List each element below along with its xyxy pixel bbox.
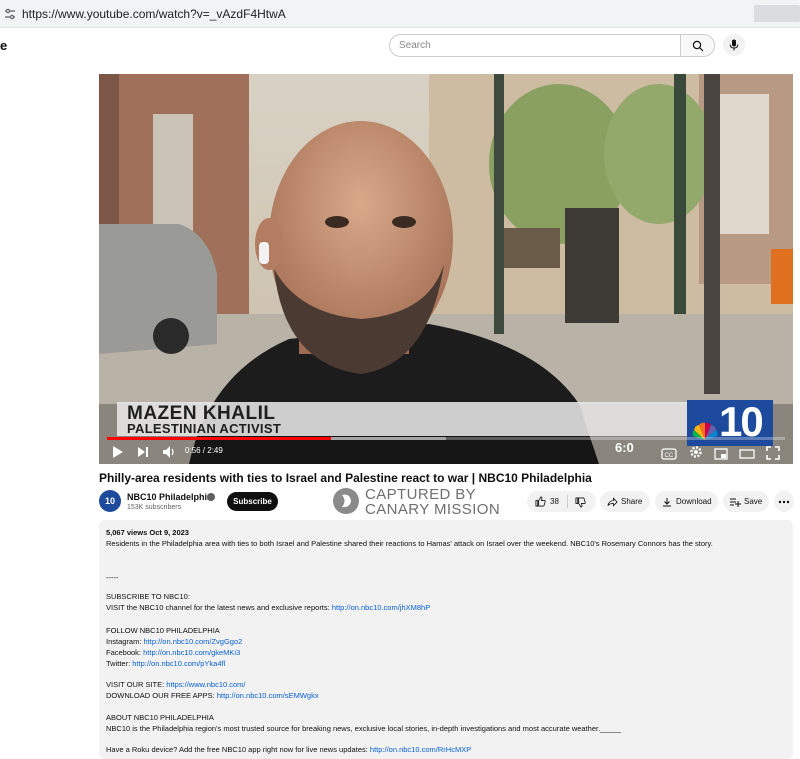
description-divider: ----- bbox=[106, 573, 119, 582]
microphone-icon bbox=[729, 39, 739, 51]
video-player[interactable]: MAZEN KHALIL PALESTINIAN ACTIVIST 10 0:5… bbox=[99, 74, 793, 464]
search-box[interactable] bbox=[389, 34, 681, 57]
visit-channel-line: VISIT the NBC10 channel for the latest n… bbox=[106, 603, 430, 612]
theater-mode-icon[interactable] bbox=[739, 446, 755, 462]
site-line: VISIT OUR SITE: https://www.nbc10.com/ bbox=[106, 680, 246, 689]
browser-toolbar-button[interactable] bbox=[754, 5, 800, 22]
visit-channel-text: VISIT the NBC10 channel for the latest n… bbox=[106, 603, 332, 612]
like-dislike-group: 38 bbox=[527, 491, 596, 512]
watermark-logo-icon bbox=[333, 488, 359, 514]
about-text: NBC10 is the Philadelphia region's most … bbox=[106, 724, 622, 733]
site-settings-icon[interactable] bbox=[4, 8, 16, 20]
site-label: VISIT OUR SITE: bbox=[106, 680, 167, 689]
like-count[interactable]: 38 bbox=[550, 497, 559, 506]
browser-address-bar: https://www.youtube.com/watch?v=_vAzdF4H… bbox=[0, 0, 800, 28]
twitter-link[interactable]: http://on.nbc10.com/pYka4fl bbox=[132, 659, 225, 668]
thumbs-up-icon[interactable] bbox=[535, 496, 546, 507]
thumbs-down-icon[interactable] bbox=[575, 497, 586, 508]
download-label: Download bbox=[676, 497, 712, 506]
svg-text:CC: CC bbox=[665, 453, 674, 459]
visit-channel-link[interactable]: http://on.nbc10.com/jhXM8hP bbox=[332, 603, 430, 612]
channel-name[interactable]: NBC10 Philadelphia bbox=[127, 492, 212, 502]
apps-label: DOWNLOAD OUR FREE APPS: bbox=[106, 691, 217, 700]
share-icon bbox=[607, 497, 618, 507]
apps-link[interactable]: http://on.nbc10.com/sEMWgkx bbox=[217, 691, 319, 700]
more-horizontal-icon bbox=[778, 500, 790, 504]
facebook-label: Facebook: bbox=[106, 648, 144, 657]
watermark-line-2: CANARY MISSION bbox=[365, 501, 501, 518]
fullscreen-icon[interactable] bbox=[766, 445, 780, 461]
search-button[interactable] bbox=[680, 34, 715, 57]
settings-gear-icon[interactable] bbox=[689, 444, 703, 460]
site-link[interactable]: https://www.nbc10.com/ bbox=[166, 680, 245, 689]
subscriber-count: 153K subscribers bbox=[127, 504, 182, 511]
description-summary: Residents in the Philadelphia area with … bbox=[106, 539, 713, 548]
progress-played bbox=[107, 437, 331, 440]
video-title: Philly-area residents with ties to Israe… bbox=[99, 471, 592, 485]
instagram-label: Instagram: bbox=[106, 637, 144, 646]
views-and-date: 5,067 views Oct 9, 2023 bbox=[106, 528, 189, 537]
download-icon bbox=[663, 498, 671, 507]
twitter-label: Twitter: bbox=[106, 659, 133, 668]
search-input[interactable] bbox=[399, 35, 669, 56]
more-actions-button[interactable] bbox=[774, 491, 794, 512]
channel-avatar[interactable]: 10 bbox=[99, 490, 121, 512]
voice-search-button[interactable] bbox=[723, 34, 745, 56]
roku-line: Have a Roku device? Add the free NBC10 a… bbox=[106, 745, 471, 754]
roku-text: Have a Roku device? Add the free NBC10 a… bbox=[106, 745, 370, 754]
subscribe-button[interactable]: Subscribe bbox=[227, 492, 278, 511]
share-button[interactable]: Share bbox=[600, 491, 650, 512]
instagram-link[interactable]: http://on.nbc10.com/ZvgGgo2 bbox=[144, 637, 243, 646]
miniplayer-icon[interactable] bbox=[714, 446, 728, 462]
captions-icon[interactable]: CC bbox=[661, 446, 677, 462]
about-heading: ABOUT NBC10 PHILADELPHIA bbox=[106, 713, 214, 722]
youtube-logo-fragment[interactable]: e bbox=[0, 38, 7, 53]
add-to-playlist-icon bbox=[730, 498, 741, 507]
subscribe-heading: SUBSCRIBE TO NBC10: bbox=[106, 592, 190, 601]
twitter-line: Twitter: http://on.nbc10.com/pYka4fl bbox=[106, 659, 225, 668]
description-box[interactable]: 5,067 views Oct 9, 2023 Residents in the… bbox=[99, 520, 793, 759]
lower-third-title: PALESTINIAN ACTIVIST bbox=[127, 421, 282, 436]
download-button[interactable]: Download bbox=[655, 491, 718, 512]
share-label: Share bbox=[621, 497, 643, 506]
search-icon bbox=[692, 40, 704, 52]
apps-line: DOWNLOAD OUR FREE APPS: http://on.nbc10.… bbox=[106, 691, 319, 700]
verified-check-icon bbox=[207, 493, 215, 501]
lower-third-graphic: MAZEN KHALIL PALESTINIAN ACTIVIST bbox=[117, 402, 692, 436]
progress-bar[interactable] bbox=[107, 437, 785, 440]
roku-link[interactable]: http://on.nbc10.com/RrHcMXP bbox=[370, 745, 471, 754]
like-divider bbox=[567, 495, 568, 508]
on-screen-clock: 6:0 bbox=[615, 440, 634, 455]
address-url[interactable]: https://www.youtube.com/watch?v=_vAzdF4H… bbox=[22, 7, 286, 21]
play-icon[interactable] bbox=[111, 444, 125, 460]
save-button[interactable]: Save bbox=[723, 491, 769, 512]
facebook-line: Facebook: http://on.nbc10.com/gkeMKi3 bbox=[106, 648, 240, 657]
next-icon[interactable] bbox=[136, 444, 150, 460]
follow-heading: FOLLOW NBC10 PHILADELPHIA bbox=[106, 626, 220, 635]
facebook-link[interactable]: http://on.nbc10.com/gkeMKi3 bbox=[143, 648, 240, 657]
volume-icon[interactable] bbox=[161, 444, 175, 460]
save-label: Save bbox=[744, 497, 763, 506]
instagram-line: Instagram: http://on.nbc10.com/ZvgGgo2 bbox=[106, 637, 242, 646]
time-display: 0:56 / 2:49 bbox=[185, 446, 223, 455]
